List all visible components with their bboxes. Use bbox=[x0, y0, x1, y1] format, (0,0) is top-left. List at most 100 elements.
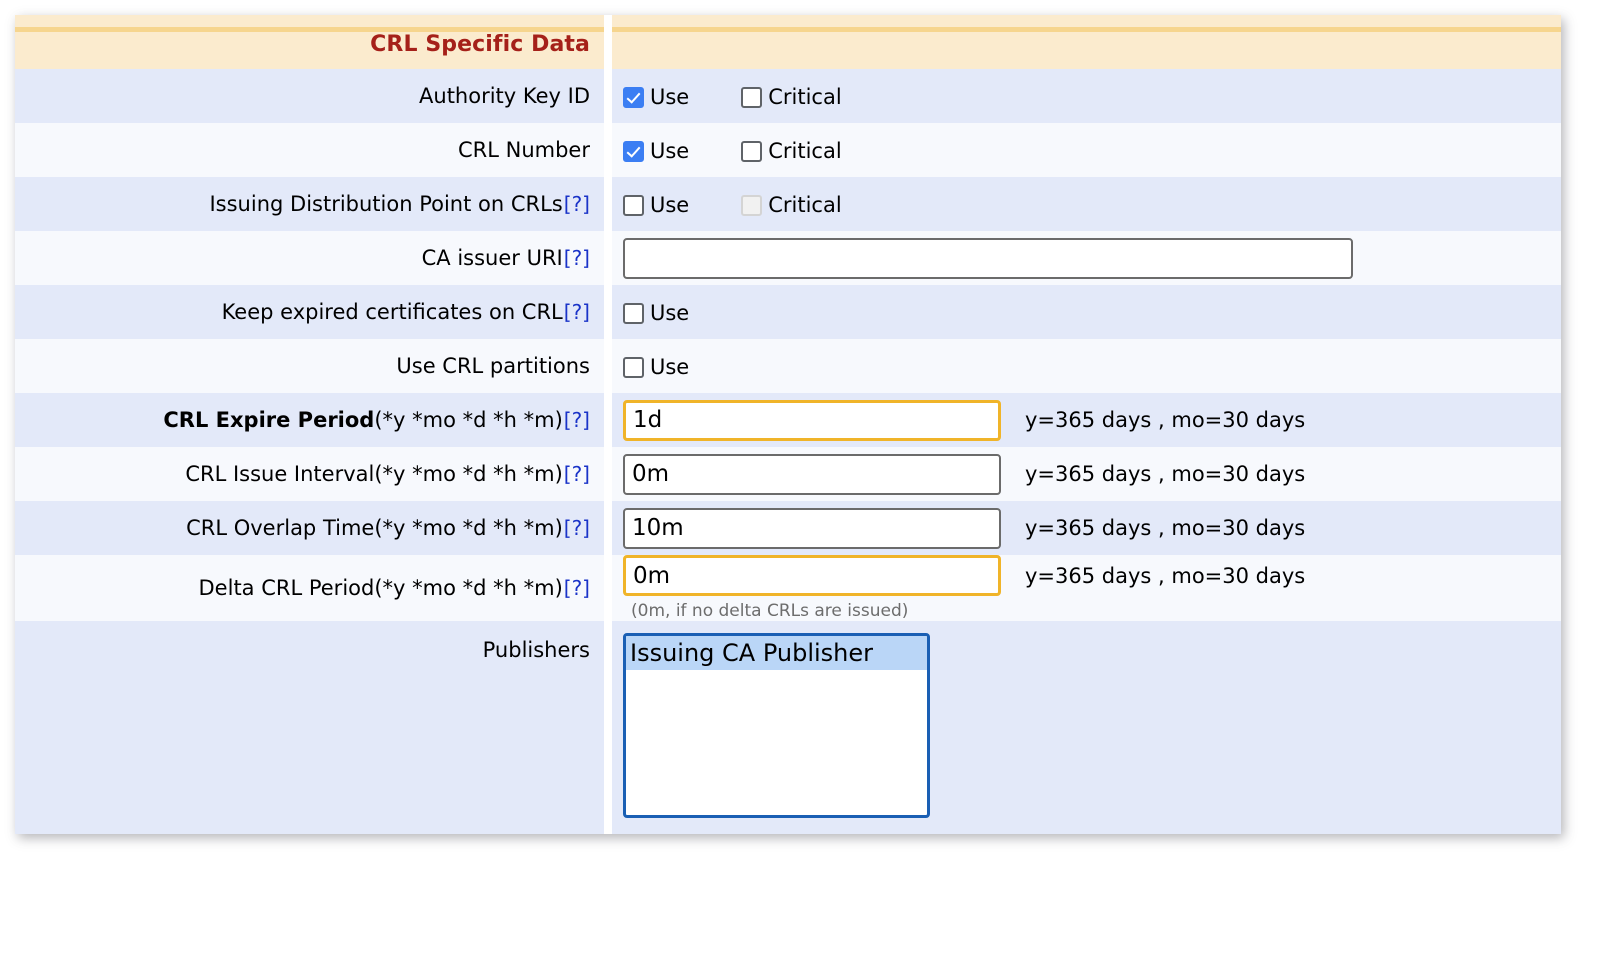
ca-issuer-uri-label-text: CA issuer URI bbox=[422, 246, 563, 270]
listbox-bottom-pad bbox=[623, 818, 1561, 834]
crl-issue-interval-help-icon[interactable]: [?] bbox=[564, 462, 590, 486]
authority-key-id-critical-checkbox[interactable] bbox=[741, 87, 762, 108]
table-row-publishers: Publishers Issuing CA Publisher bbox=[15, 621, 1561, 834]
crl-overlap-time-units-note: y=365 days , mo=30 days bbox=[1025, 516, 1305, 540]
crl-overlap-time-label-format: (*y *mo *d *h *m) bbox=[374, 516, 562, 540]
crl-number-use-label: Use bbox=[650, 141, 689, 162]
issuing-distribution-point-value-cell: Use Critical bbox=[612, 177, 1561, 231]
use-crl-partitions-use-checkbox-group[interactable]: Use bbox=[623, 357, 689, 378]
table-row-authority-key-id: Authority Key ID Use Critical bbox=[15, 69, 1561, 123]
table-row-issuing-distribution-point: Issuing Distribution Point on CRLs[?]Use… bbox=[15, 177, 1561, 231]
authority-key-id-use-label: Use bbox=[650, 87, 689, 108]
crl-number-use-checkbox-group[interactable]: Use bbox=[623, 141, 689, 162]
delta-crl-period-label-format: (*y *mo *d *h *m) bbox=[374, 576, 562, 600]
keep-expired-certificates-use-checkbox[interactable] bbox=[623, 303, 644, 324]
publishers-option-0[interactable]: Issuing CA Publisher bbox=[626, 636, 927, 670]
crl-expire-period-input[interactable] bbox=[623, 400, 1001, 441]
table-header-row: CRL Specific Data bbox=[15, 15, 1561, 69]
keep-expired-certificates-label-text: Keep expired certificates on CRL bbox=[222, 300, 563, 324]
crl-overlap-time-label-text: CRL Overlap Time bbox=[186, 516, 374, 540]
use-crl-partitions-value-cell: Use bbox=[612, 339, 1561, 393]
publishers-value-cell: Issuing CA Publisher bbox=[612, 621, 1561, 834]
ca-issuer-uri-input[interactable] bbox=[623, 238, 1353, 279]
delta-crl-period-hint: (0m, if no delta CRLs are issued) bbox=[623, 596, 1561, 621]
issuing-distribution-point-use-checkbox-group[interactable]: Use bbox=[623, 195, 689, 216]
crl-specific-data-table: CRL Specific Data Authority Key ID Use Cri… bbox=[15, 15, 1561, 834]
delta-crl-period-label-cell: Delta CRL Period(*y *mo *d *h *m)[?] bbox=[15, 555, 604, 621]
delta-crl-period-value-cell: y=365 days , mo=30 days (0m, if no delta … bbox=[612, 555, 1561, 621]
authority-key-id-use-checkbox-group[interactable]: Use bbox=[623, 87, 689, 108]
crl-number-critical-checkbox-group[interactable]: Critical bbox=[741, 141, 841, 162]
crl-number-label-cell: CRL Number bbox=[15, 123, 604, 177]
crl-number-critical-label: Critical bbox=[768, 141, 841, 162]
page-title: CRL Specific Data bbox=[15, 32, 604, 57]
row-column-divider bbox=[604, 177, 612, 231]
table-row-crl-number: CRL Number Use Critical bbox=[15, 123, 1561, 177]
issuing-distribution-point-critical-checkbox bbox=[741, 195, 762, 216]
table-row-crl-issue-interval: CRL Issue Interval(*y *mo *d *h *m)[?] y=… bbox=[15, 447, 1561, 501]
crl-expire-period-value-cell: y=365 days , mo=30 days bbox=[612, 393, 1561, 447]
authority-key-id-critical-label: Critical bbox=[768, 87, 841, 108]
issuing-distribution-point-use-checkbox[interactable] bbox=[623, 195, 644, 216]
use-crl-partitions-label-text: Use CRL partitions bbox=[396, 354, 590, 378]
keep-expired-certificates-use-checkbox-group[interactable]: Use bbox=[623, 303, 689, 324]
crl-expire-period-help-icon[interactable]: [?] bbox=[564, 408, 590, 432]
crl-number-value-cell: Use Critical bbox=[612, 123, 1561, 177]
ca-issuer-uri-help-icon[interactable]: [?] bbox=[564, 246, 590, 270]
keep-expired-certificates-help-icon[interactable]: [?] bbox=[564, 300, 590, 324]
row-column-divider bbox=[604, 285, 612, 339]
delta-crl-period-units-note: y=365 days , mo=30 days bbox=[1025, 564, 1305, 588]
authority-key-id-use-checkbox[interactable] bbox=[623, 87, 644, 108]
crl-issue-interval-value-cell: y=365 days , mo=30 days bbox=[612, 447, 1561, 501]
keep-expired-certificates-use-label: Use bbox=[650, 303, 689, 324]
crl-overlap-time-help-icon[interactable]: [?] bbox=[564, 516, 590, 540]
crl-number-use-checkbox[interactable] bbox=[623, 141, 644, 162]
crl-issue-interval-label-format: (*y *mo *d *h *m) bbox=[374, 462, 562, 486]
crl-overlap-time-label-cell: CRL Overlap Time(*y *mo *d *h *m)[?] bbox=[15, 501, 604, 555]
crl-expire-period-label-format: (*y *mo *d *h *m) bbox=[374, 408, 562, 432]
ca-issuer-uri-label-cell: CA issuer URI[?] bbox=[15, 231, 604, 285]
crl-overlap-time-input[interactable] bbox=[623, 508, 1001, 549]
column-divider bbox=[604, 15, 612, 69]
issuing-distribution-point-label-cell: Issuing Distribution Point on CRLs[?] bbox=[15, 177, 604, 231]
row-column-divider bbox=[604, 501, 612, 555]
publishers-listbox[interactable]: Issuing CA Publisher bbox=[623, 633, 930, 818]
row-column-divider bbox=[604, 339, 612, 393]
delta-crl-period-help-icon[interactable]: [?] bbox=[564, 576, 590, 600]
use-crl-partitions-use-checkbox[interactable] bbox=[623, 357, 644, 378]
ca-issuer-uri-value-cell bbox=[612, 231, 1561, 285]
use-crl-partitions-label-cell: Use CRL partitions bbox=[15, 339, 604, 393]
table-row-keep-expired-certificates: Keep expired certificates on CRL[?] Use bbox=[15, 285, 1561, 339]
crl-issue-interval-label-cell: CRL Issue Interval(*y *mo *d *h *m)[?] bbox=[15, 447, 604, 501]
issuing-distribution-point-critical-label: Critical bbox=[768, 195, 841, 216]
header-value-cell bbox=[612, 15, 1561, 69]
row-column-divider bbox=[604, 555, 612, 621]
crl-expire-period-label-cell: CRL Expire Period(*y *mo *d *h *m)[?] bbox=[15, 393, 604, 447]
crl-settings-panel: CRL Specific Data Authority Key ID Use Cri… bbox=[15, 15, 1561, 834]
row-column-divider bbox=[604, 69, 612, 123]
authority-key-id-value-cell: Use Critical bbox=[612, 69, 1561, 123]
publishers-label-text: Publishers bbox=[483, 638, 590, 662]
publishers-label-cell: Publishers bbox=[15, 621, 604, 834]
crl-number-critical-checkbox[interactable] bbox=[741, 141, 762, 162]
crl-issue-interval-units-note: y=365 days , mo=30 days bbox=[1025, 462, 1305, 486]
table-row-crl-overlap-time: CRL Overlap Time(*y *mo *d *h *m)[?] y=36… bbox=[15, 501, 1561, 555]
authority-key-id-critical-checkbox-group[interactable]: Critical bbox=[741, 87, 841, 108]
row-column-divider bbox=[604, 123, 612, 177]
delta-crl-period-label-text: Delta CRL Period bbox=[199, 576, 375, 600]
table-row-ca-issuer-uri: CA issuer URI[?] bbox=[15, 231, 1561, 285]
crl-number-label-text: CRL Number bbox=[458, 138, 590, 162]
issuing-distribution-point-help-icon[interactable]: [?] bbox=[564, 192, 590, 216]
keep-expired-certificates-label-cell: Keep expired certificates on CRL[?] bbox=[15, 285, 604, 339]
crl-issue-interval-input[interactable] bbox=[623, 454, 1001, 495]
row-column-divider bbox=[604, 393, 612, 447]
delta-crl-period-input[interactable] bbox=[623, 555, 1001, 596]
page-root: CRL Specific Data Authority Key ID Use Cri… bbox=[0, 0, 1609, 975]
row-column-divider bbox=[604, 447, 612, 501]
crl-expire-period-label-text: CRL Expire Period bbox=[163, 408, 374, 432]
crl-settings-rows: CRL Specific Data Authority Key ID Use Cri… bbox=[15, 15, 1561, 834]
row-column-divider bbox=[604, 231, 612, 285]
authority-key-id-label-cell: Authority Key ID bbox=[15, 69, 604, 123]
crl-overlap-time-value-cell: y=365 days , mo=30 days bbox=[612, 501, 1561, 555]
crl-expire-period-units-note: y=365 days , mo=30 days bbox=[1025, 408, 1305, 432]
